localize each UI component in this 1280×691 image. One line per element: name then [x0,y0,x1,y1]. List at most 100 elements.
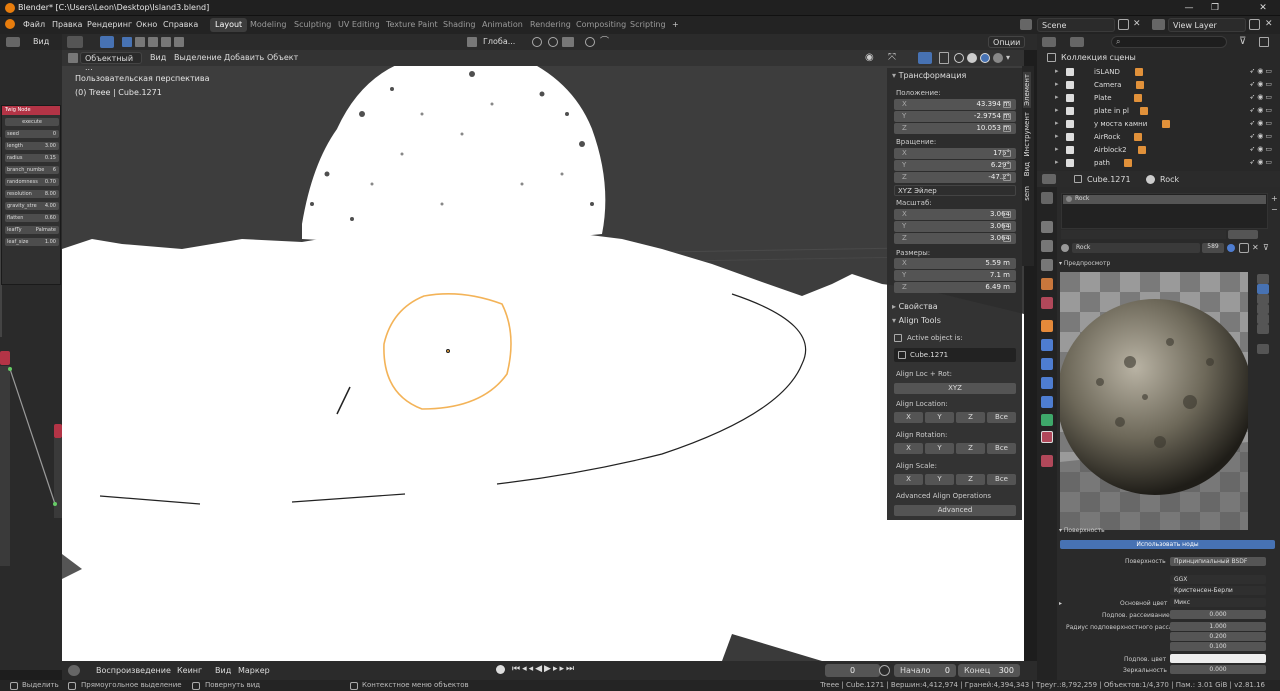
fake-user-icon[interactable] [1227,244,1235,252]
sss-method-dropdown[interactable]: Кристенсен-Берли [1170,586,1266,595]
select-menu[interactable]: Выделение [170,52,226,64]
dimensions-y-field[interactable]: Y 7.1 m [894,270,1016,281]
tab-sem[interactable]: sem [1023,186,1031,201]
outliner-row-airblock2[interactable]: ▸ Airblock2 ➶◉▭ [1040,144,1274,157]
material-users-count[interactable]: 589 [1202,243,1224,253]
checkbox-icon[interactable] [1066,107,1074,115]
expand-icon[interactable]: ▸ [1055,106,1059,114]
object-tab-icon[interactable] [1041,320,1053,332]
playback-controls[interactable]: ⏮◂◂◀▶▸▸⏭ [512,664,576,674]
proportional-edit-icon[interactable] [585,37,595,47]
material-name-field[interactable]: Rock [1072,243,1200,253]
solid-shading-icon[interactable] [967,53,977,63]
remove-view-layer-icon[interactable]: ✕ [1265,19,1275,29]
editor-type-icon[interactable] [67,36,83,48]
surface-panel-header[interactable]: ▾ Поверхность [1059,527,1105,534]
scale-y-field[interactable]: Y 3.064 [894,221,1016,232]
snap-target-icon[interactable] [562,37,574,47]
align-rot-x-button[interactable]: X [894,443,923,454]
row-toggle-icons[interactable]: ➶◉▭ [1249,119,1274,127]
execute-button[interactable]: execute [5,118,59,126]
tab-view[interactable]: Вид [1023,162,1031,176]
twig-seed[interactable]: seed 0 [5,130,59,138]
tab-layout[interactable]: Layout [210,18,248,32]
material-slot-selected[interactable]: Rock [1063,195,1266,204]
base-color-expand-icon[interactable]: ▸ [1059,600,1062,607]
tab-modeling[interactable]: Modeling [245,18,291,32]
playback-menu[interactable]: Воспроизведение [96,666,171,675]
preview-world-icon[interactable] [1257,344,1269,354]
gizmo-icon[interactable]: ⤧ [888,52,902,64]
expand-icon[interactable]: ▸ [1055,145,1059,153]
properties-object-name[interactable]: Cube.1271 [1087,175,1131,184]
align-scale-x-button[interactable]: X [894,474,923,485]
align-rot-all-button[interactable]: Все [987,443,1016,454]
shading-options-icon[interactable]: ▾ [1006,53,1016,63]
select-mode-invert-icon[interactable] [161,37,171,47]
align-scale-y-button[interactable]: Y [925,474,954,485]
checkbox-icon[interactable] [1066,159,1074,167]
twig-gravity-strength[interactable]: gravity_stre 4.00 [5,202,59,210]
scene-selector[interactable]: Scene [1037,18,1115,32]
align-loc-z-button[interactable]: Z [956,412,985,423]
lock-icon[interactable] [1003,162,1011,169]
close-button[interactable]: ✕ [1250,0,1276,16]
xray-icon[interactable] [939,52,949,64]
rotation-z-field[interactable]: Z -47.2° [894,172,1016,183]
rendered-shading-icon[interactable] [993,53,1003,63]
filter-icon[interactable]: ⊽ [1239,36,1255,48]
view-layer-selector[interactable]: View Layer [1168,18,1246,32]
modifier-tab-icon[interactable] [1041,339,1053,351]
outliner-editor-icon[interactable] [1042,37,1056,47]
node-socket-red[interactable] [0,351,10,365]
advanced-button[interactable]: Advanced [894,505,1016,516]
subsurface-color-swatch[interactable] [1170,654,1266,663]
twig-branch-number[interactable]: branch_numbe 6 [5,166,59,174]
preview-sphere-icon[interactable] [1257,284,1269,294]
lock-icon[interactable] [1003,223,1011,230]
row-toggle-icons[interactable]: ➶◉▭ [1249,67,1274,75]
location-y-field[interactable]: Y -2.9754 m [894,111,1016,122]
timeline-editor-icon[interactable] [68,665,80,676]
tab-scripting[interactable]: Scripting [625,18,671,32]
metallic-field[interactable]: 0.000 [1170,665,1266,674]
wireframe-shading-icon[interactable] [954,53,964,63]
physics-tab-icon[interactable] [1041,377,1053,389]
align-loc-x-button[interactable]: X [894,412,923,423]
menu-render[interactable]: Рендеринг [87,20,132,29]
outliner-search-input[interactable]: ⌕ [1111,36,1227,48]
properties-material-name[interactable]: Rock [1160,175,1179,184]
row-toggle-icons[interactable]: ➶◉▭ [1249,132,1274,140]
constraints-tab-icon[interactable] [1041,396,1053,408]
checkbox-icon[interactable] [1066,68,1074,76]
outliner-row-plate-in-pl[interactable]: ▸ plate in pl ➶◉▭ [1040,105,1274,118]
dimensions-x-field[interactable]: X 5.59 m [894,258,1016,269]
scene-tab-icon[interactable] [1041,278,1053,290]
material-tab-icon[interactable] [1041,431,1053,443]
preview-cube-icon[interactable] [1257,294,1269,304]
interaction-mode-dropdown[interactable]: Объектный ... [80,52,142,72]
new-scene-icon[interactable] [1118,19,1129,30]
properties-panel-header[interactable]: ▸ Свойства [892,302,938,311]
dimensions-z-field[interactable]: Z 6.49 m [894,282,1016,293]
preview-sky-icon[interactable] [1257,324,1269,334]
outliner-row-path[interactable]: ▸ path ➶◉▭ [1040,157,1274,170]
checkbox-icon[interactable] [1066,81,1074,89]
expand-icon[interactable]: ▸ [1055,119,1059,127]
material-slot-list[interactable]: Rock [1061,193,1268,229]
preview-panel-header[interactable]: ▾ Предпросмотр [1059,260,1110,267]
visibility-icon[interactable]: ◉ [865,52,879,64]
twig-radius[interactable]: radius 0.15 [5,154,59,162]
outliner-row-airrock[interactable]: ▸ AirRock ➶◉▭ [1040,131,1274,144]
rotation-y-field[interactable]: Y 6.29° [894,160,1016,171]
lock-icon[interactable] [1003,113,1011,120]
expand-icon[interactable]: ▸ [1055,67,1059,75]
texture-tab-icon[interactable] [1041,455,1053,467]
tab-uv-editing[interactable]: UV Editing [333,18,385,32]
slot-add-icon[interactable]: + [1271,194,1278,203]
current-frame-field[interactable]: 0 [825,664,880,677]
scene-collection-label[interactable]: Коллекция сцены [1061,53,1136,62]
material-browse-icon[interactable] [1061,244,1069,252]
lock-icon[interactable] [1003,125,1011,132]
menu-window[interactable]: Окно [136,20,157,29]
